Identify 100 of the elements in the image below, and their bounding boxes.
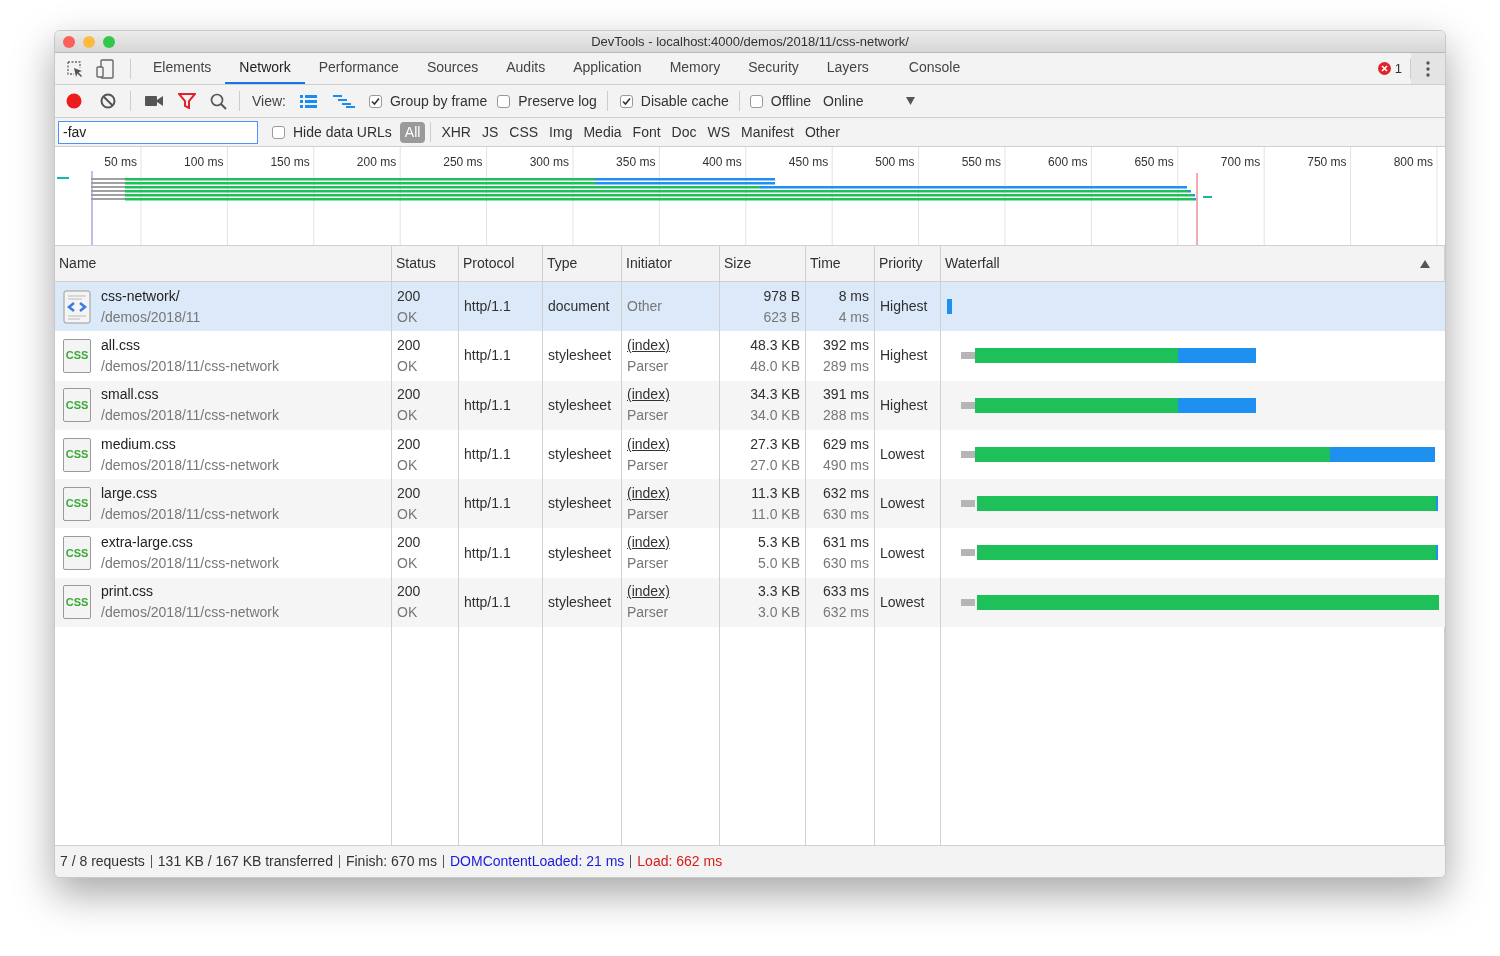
css-file-icon: CSS bbox=[63, 437, 91, 472]
total-time: 8 ms bbox=[838, 286, 869, 306]
initiator-text: Other bbox=[627, 297, 663, 317]
status-text: OK bbox=[397, 554, 419, 574]
latency-time: 289 ms bbox=[823, 356, 869, 376]
column-header[interactable]: Name bbox=[59, 253, 97, 274]
clear-icon[interactable] bbox=[100, 93, 116, 109]
status-code: 200 bbox=[397, 434, 422, 454]
initiator-type: Parser bbox=[627, 504, 670, 524]
filter-icon[interactable] bbox=[178, 93, 196, 109]
total-time: 629 ms bbox=[823, 434, 869, 454]
status-text: OK bbox=[397, 603, 419, 623]
column-header[interactable]: Waterfall bbox=[945, 253, 1000, 274]
initiator-link[interactable]: (index) bbox=[627, 482, 714, 504]
time-tick-label: 250 ms bbox=[442, 154, 483, 171]
device-toolbar-icon[interactable] bbox=[96, 58, 114, 79]
type-text: stylesheet bbox=[548, 592, 613, 612]
search-icon[interactable] bbox=[210, 92, 227, 110]
type-filter[interactable]: CSS bbox=[504, 121, 544, 143]
initiator-link[interactable]: (index) bbox=[627, 581, 714, 603]
transfer-size: 3.3 KB bbox=[757, 582, 800, 602]
request-path: /demos/2018/11/css-network bbox=[101, 406, 279, 426]
request-name: print.css bbox=[101, 582, 155, 602]
status-text: OK bbox=[397, 406, 419, 426]
time-tick-label: 750 ms bbox=[1306, 154, 1347, 171]
type-filter[interactable]: XHR bbox=[436, 121, 476, 143]
column-header[interactable]: Type bbox=[547, 253, 578, 274]
request-name: small.css bbox=[101, 385, 160, 405]
time-tick-label: 100 ms bbox=[183, 154, 224, 171]
status-code: 200 bbox=[397, 582, 422, 602]
filter-input[interactable]: -fav bbox=[58, 120, 258, 144]
column-header[interactable]: Priority bbox=[879, 253, 923, 274]
panel-tab[interactable]: Layers bbox=[812, 53, 883, 84]
initiator-link[interactable]: (index) bbox=[627, 532, 714, 554]
latency-time: 4 ms bbox=[838, 307, 869, 327]
checkbox[interactable] bbox=[497, 94, 511, 108]
video-camera-icon[interactable] bbox=[145, 95, 163, 107]
checkbox[interactable] bbox=[272, 125, 285, 139]
status-code: 200 bbox=[397, 335, 422, 355]
checkbox-label: Disable cache bbox=[640, 91, 729, 111]
type-filter[interactable]: Img bbox=[544, 121, 578, 143]
panel-tab[interactable]: Security bbox=[734, 53, 813, 84]
type-filter[interactable]: Manifest bbox=[736, 121, 799, 143]
column-header[interactable]: Protocol bbox=[463, 253, 515, 274]
latency-time: 490 ms bbox=[823, 455, 869, 475]
initiator-link[interactable]: (index) bbox=[627, 334, 714, 356]
status-text: Finish: 670 ms bbox=[345, 852, 437, 871]
latency-time: 632 ms bbox=[823, 603, 869, 623]
throttling-dropdown[interactable]: Online bbox=[823, 90, 915, 112]
panel-tab[interactable]: Sources bbox=[412, 53, 493, 84]
record-button[interactable] bbox=[66, 93, 82, 109]
initiator-type: Parser bbox=[627, 554, 670, 574]
inspect-element-icon[interactable] bbox=[66, 59, 84, 78]
type-filter[interactable]: JS bbox=[476, 121, 504, 143]
checkbox[interactable] bbox=[619, 94, 633, 108]
css-file-icon: CSS bbox=[63, 486, 91, 521]
request-path: /demos/2018/11/css-network bbox=[101, 356, 279, 376]
type-filter[interactable]: Other bbox=[800, 121, 845, 143]
panel-tab[interactable]: Elements bbox=[139, 53, 226, 84]
type-filter[interactable]: Font bbox=[627, 121, 666, 143]
type-text: stylesheet bbox=[548, 494, 613, 514]
initiator-link[interactable]: (index) bbox=[627, 384, 714, 406]
total-time: 633 ms bbox=[823, 582, 869, 602]
status-text: Load: 662 ms bbox=[637, 852, 723, 871]
queueing-bar bbox=[961, 549, 975, 557]
initiator-link[interactable]: (index) bbox=[627, 433, 714, 455]
priority-text: Lowest bbox=[880, 592, 926, 612]
checkbox[interactable] bbox=[749, 94, 763, 108]
status-text: 7 / 8 requests bbox=[60, 852, 145, 871]
menu-button[interactable] bbox=[1411, 53, 1445, 84]
checkbox[interactable] bbox=[369, 94, 382, 108]
list-view-icon[interactable] bbox=[300, 94, 317, 108]
panel-tab[interactable]: Performance bbox=[304, 53, 413, 84]
status-text: OK bbox=[397, 504, 419, 524]
more-options-icon bbox=[1426, 60, 1430, 77]
panel-tab[interactable]: Application bbox=[559, 53, 656, 84]
type-filter[interactable]: WS bbox=[702, 121, 736, 143]
panel-tab[interactable]: Audits bbox=[492, 53, 560, 84]
type-filter[interactable]: Media bbox=[578, 121, 627, 143]
column-header[interactable]: Size bbox=[724, 253, 752, 274]
resource-size: 623 B bbox=[763, 307, 800, 327]
panel-tab[interactable]: Console bbox=[894, 53, 975, 84]
panel-tab[interactable]: Memory bbox=[655, 53, 735, 84]
time-tick-label: 650 ms bbox=[1133, 154, 1174, 171]
close-window-button[interactable] bbox=[63, 35, 75, 48]
dropdown-caret-icon bbox=[906, 97, 915, 105]
sort-ascending-icon[interactable] bbox=[1420, 259, 1430, 268]
error-count[interactable]: 1 bbox=[1394, 58, 1402, 79]
time-tick-label: 300 ms bbox=[528, 154, 569, 171]
waterfall-view-icon[interactable] bbox=[333, 94, 355, 108]
total-time: 631 ms bbox=[823, 533, 869, 553]
column-header[interactable]: Initiator bbox=[626, 253, 672, 274]
window-title: DevTools - localhost:4000/demos/2018/11/css-network/ bbox=[590, 32, 910, 51]
column-header[interactable]: Status bbox=[396, 253, 436, 274]
transfer-size: 27.3 KB bbox=[750, 434, 800, 454]
column-header[interactable]: Time bbox=[810, 253, 841, 274]
resource-size: 27.0 KB bbox=[750, 455, 800, 475]
total-time: 632 ms bbox=[823, 483, 869, 503]
type-filter[interactable]: Doc bbox=[666, 121, 702, 143]
total-time: 392 ms bbox=[823, 335, 869, 355]
